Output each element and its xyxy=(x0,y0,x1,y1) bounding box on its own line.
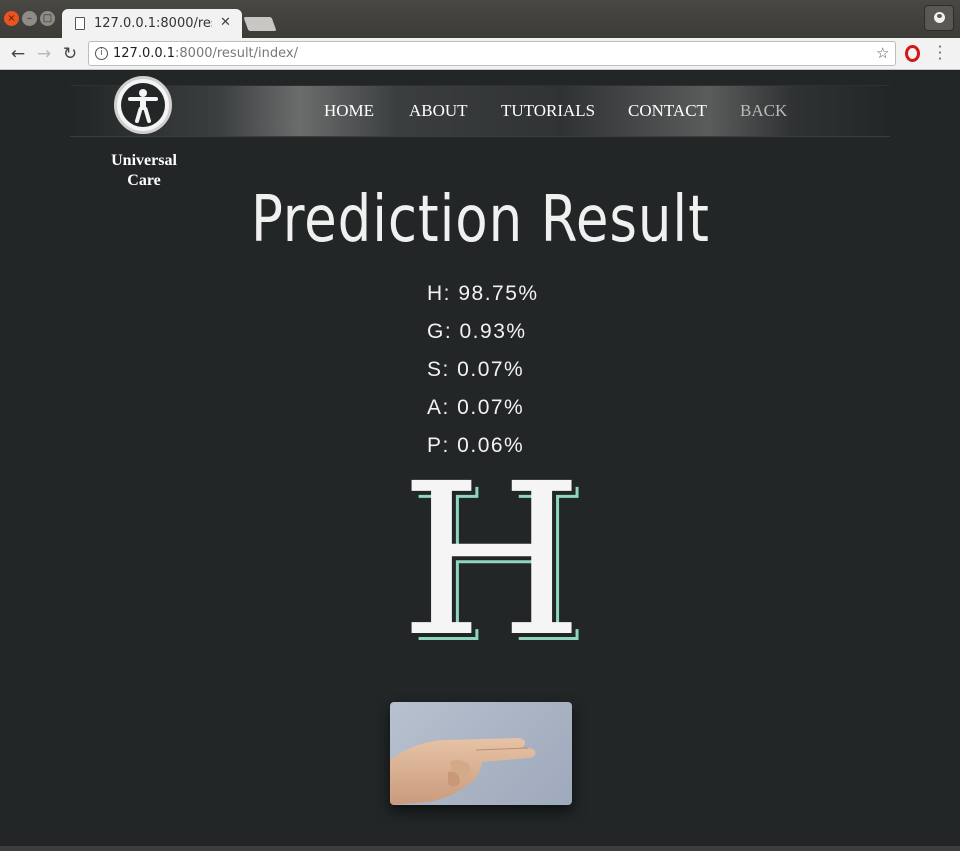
probability-row: G: 0.93% xyxy=(427,320,527,343)
tab-close-icon[interactable]: ✕ xyxy=(220,15,231,30)
reload-button[interactable]: ↻ xyxy=(58,42,82,66)
window-minimize-button[interactable]: – xyxy=(22,11,37,26)
url-text[interactable]: 127.0.0.1:8000/result/index/ xyxy=(113,46,298,61)
probability-row: H: 98.75% xyxy=(427,282,539,305)
window-maximize-button[interactable]: □ xyxy=(40,11,55,26)
window-bottom-border xyxy=(0,846,960,851)
browser-titlebar: × – □ 127.0.0.1:8000/resu ✕ xyxy=(0,0,960,38)
profile-button[interactable] xyxy=(924,5,954,31)
predicted-letter: H xyxy=(400,438,584,683)
forward-button[interactable]: → xyxy=(32,42,56,66)
site-logo[interactable] xyxy=(114,76,172,134)
page-title-text: Prediction Result xyxy=(250,183,710,257)
nav-about[interactable]: ABOUT xyxy=(409,101,468,121)
browser-menu-icon[interactable]: · · · xyxy=(934,40,946,67)
brand-line-1: Universal xyxy=(111,152,177,169)
opera-extension-icon[interactable] xyxy=(905,45,920,62)
nav-back[interactable]: BACK xyxy=(740,101,787,121)
tab-title: 127.0.0.1:8000/resu xyxy=(94,16,212,31)
browser-toolbar: ← → ↻ i 127.0.0.1:8000/result/index/ ☆ xyxy=(0,38,960,70)
browser-tab[interactable]: 127.0.0.1:8000/resu ✕ xyxy=(62,9,242,38)
site-info-icon[interactable]: i xyxy=(95,47,108,60)
window-close-button[interactable]: × xyxy=(4,11,19,26)
document-icon xyxy=(75,17,85,30)
hand-sign-image xyxy=(390,702,572,805)
nav-contact[interactable]: CONTACT xyxy=(628,101,707,121)
bookmark-star-icon[interactable]: ☆ xyxy=(876,44,889,62)
accessibility-icon xyxy=(121,83,165,127)
hand-illustration xyxy=(390,738,536,805)
person-icon xyxy=(934,12,945,23)
url-host: 127.0.0.1 xyxy=(113,46,176,61)
probability-row: A: 0.07% xyxy=(427,396,525,419)
address-bar[interactable]: i 127.0.0.1:8000/result/index/ ☆ xyxy=(88,41,896,66)
page-content: Universal Care HOME ABOUT TUTORIALS CONT… xyxy=(0,71,960,846)
nav-tutorials[interactable]: TUTORIALS xyxy=(501,101,595,121)
new-tab-button[interactable] xyxy=(243,17,277,31)
url-path: :8000/result/index/ xyxy=(175,46,298,61)
accessibility-figure-svg xyxy=(128,89,158,123)
back-button[interactable]: ← xyxy=(6,42,30,66)
page-title: Prediction Result xyxy=(0,183,960,257)
probability-row: S: 0.07% xyxy=(427,358,525,381)
nav-home[interactable]: HOME xyxy=(324,101,374,121)
